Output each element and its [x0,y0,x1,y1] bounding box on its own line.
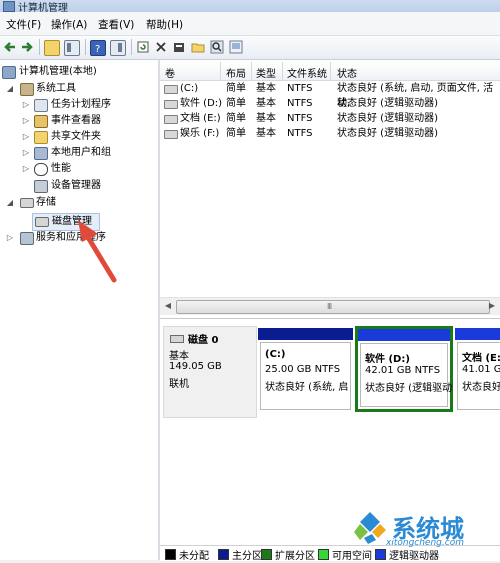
window-title: 计算机管理 [18,3,68,12]
legend-item: 主分区 [218,549,262,562]
open-folder-icon[interactable] [191,40,205,54]
table-row[interactable]: 文档 (E:) 简单 基本 NTFS 状态良好 (逻辑驱动器) [160,111,500,126]
horizontal-scrollbar[interactable]: ◀ III ▶ [160,297,500,315]
legend-item: 可用空间 [318,549,372,562]
drive-icon [164,85,178,94]
collapse-arrow-icon[interactable]: ◢ [6,199,14,207]
partition-e[interactable]: 文档 (E: 41.01 GB 状态良好 [455,328,500,412]
table-row[interactable]: (C:) 简单 基本 NTFS 状态良好 (系统, 启动, 页面文件, 活动, [160,81,500,109]
computer-management-icon [3,1,15,12]
expand-arrow-icon[interactable]: ▷ [22,101,30,109]
col-volume[interactable]: 卷 [165,65,175,80]
show-hide-tree-icon[interactable] [64,40,80,56]
volume-list-header: 卷 布局 类型 文件系统 状态 [160,62,500,81]
menu-view[interactable]: 查看(V) [98,17,134,32]
check-icon[interactable] [172,40,186,54]
users-icon [34,147,48,160]
event-viewer-icon [34,115,48,128]
console-icon[interactable] [229,40,243,54]
table-row[interactable]: 娱乐 (F:) 简单 基本 NTFS 状态良好 (逻辑驱动器) [160,126,500,141]
scroll-left-icon[interactable]: ◀ [161,299,175,313]
collapse-arrow-icon[interactable]: ◢ [6,85,14,93]
legend-item: 逻辑驱动器 [375,549,439,562]
clock-icon [34,99,48,112]
partition-c[interactable]: (C:) 25.00 GB NTFS 状态良好 (系统, 启 [258,328,353,412]
col-layout[interactable]: 布局 [226,65,246,80]
scroll-right-icon[interactable]: ▶ [485,299,499,313]
tools-icon [20,83,34,96]
table-row[interactable]: 软件 (D:) 简单 基本 NTFS 状态良好 (逻辑驱动器) [160,96,500,111]
help-icon[interactable]: ? [90,40,106,56]
disk-icon [170,335,184,343]
performance-icon [34,163,48,176]
search-icon[interactable] [210,40,224,54]
expand-arrow-icon[interactable]: ▷ [22,165,30,173]
shared-folder-icon [34,131,48,144]
storage-icon [20,198,34,208]
menu-file[interactable]: 文件(F) [6,17,41,32]
drive-icon [164,100,178,109]
col-type[interactable]: 类型 [256,65,276,80]
menu-bar: 文件(F) 操作(A) 查看(V) 帮助(H) [0,12,500,36]
computer-management-icon [2,66,16,79]
disk-icon [35,217,49,227]
scrollbar-thumb[interactable]: III [176,300,490,314]
drive-icon [164,115,178,124]
svg-text:?: ? [95,44,100,55]
expand-arrow-icon[interactable]: ▷ [22,133,30,141]
device-manager-icon [34,180,48,193]
col-filesystem[interactable]: 文件系统 [287,65,327,80]
watermark-url: xitongcheng.com [386,538,464,548]
partition-d[interactable]: 软件 (D:) 42.01 GB NTFS 状态良好 (逻辑驱动 [355,326,453,412]
legend-item: 扩展分区 [261,549,315,562]
expand-arrow-icon[interactable]: ▷ [22,149,30,157]
menu-action[interactable]: 操作(A) [51,17,87,32]
pointer-arrow-icon [78,220,117,283]
services-icon [20,232,34,245]
back-arrow-icon[interactable] [3,40,17,54]
delete-icon[interactable] [154,40,168,54]
legend-item: 未分配 [165,549,209,562]
col-status[interactable]: 状态 [337,65,357,80]
menu-help[interactable]: 帮助(H) [146,17,183,32]
drive-icon [164,130,178,139]
expand-arrow-icon[interactable]: ▷ [6,234,14,242]
disk-0-label[interactable]: 磁盘 0 基本 149.05 GB 联机 [163,326,257,418]
expand-arrow-icon[interactable]: ▷ [22,117,30,125]
toolbar: ? [0,36,500,60]
properties-pane-icon[interactable] [110,40,126,56]
forward-arrow-icon[interactable] [20,40,34,54]
title-bar: 计算机管理 [0,0,500,12]
up-folder-icon[interactable] [44,40,60,56]
watermark-logo-icon [352,510,388,546]
refresh-icon[interactable] [136,40,150,54]
